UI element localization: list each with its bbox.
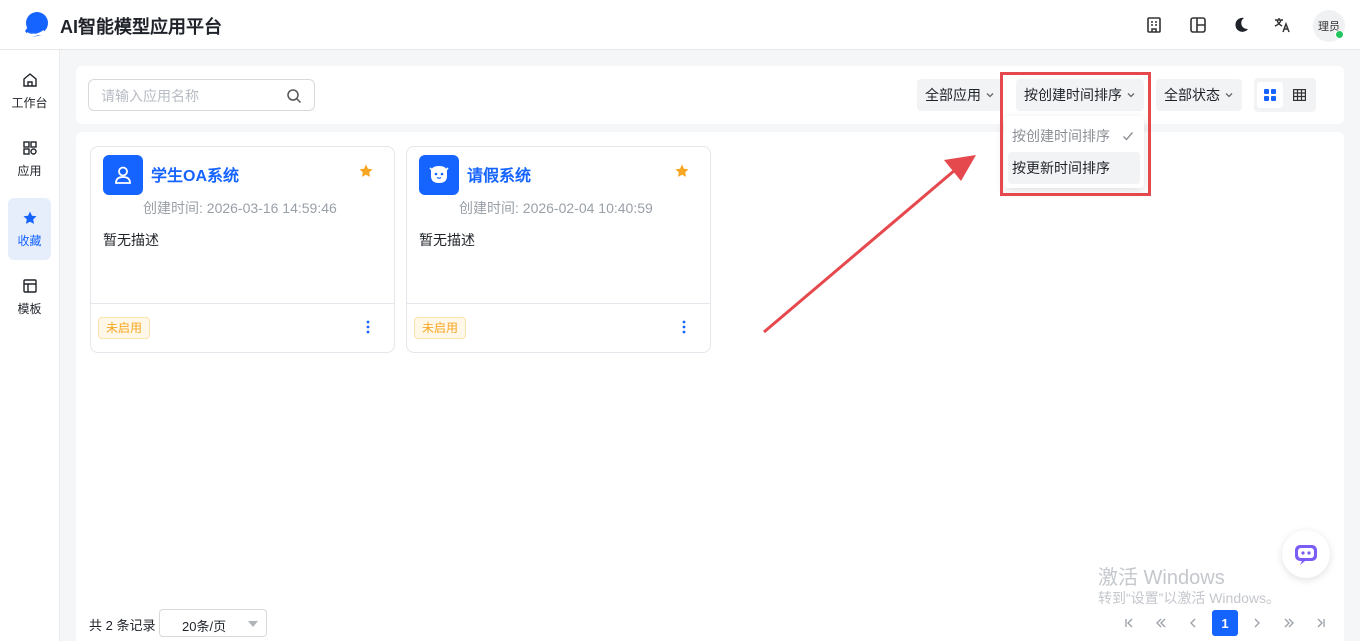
app-icon-box (103, 155, 143, 195)
status-badge: 未启用 (98, 317, 151, 339)
app-name[interactable]: 请假系统 (467, 162, 531, 186)
favorite-star-icon[interactable] (358, 163, 374, 179)
status-filter[interactable]: 全部状态 (1156, 79, 1242, 111)
grid-icon (1264, 89, 1276, 101)
option-label: 按创建时间排序 (1012, 128, 1110, 144)
building-icon[interactable] (1144, 15, 1164, 35)
app-name[interactable]: 学生OA系统 (151, 162, 239, 186)
chevron-down-icon (1127, 93, 1135, 98)
windows-watermark-subtitle: 转到“设置”以激活 Windows。 (1098, 590, 1281, 606)
assistant-bot-button[interactable] (1282, 530, 1330, 578)
app-title: AI智能模型应用平台 (60, 17, 222, 37)
next-page-button[interactable] (1246, 612, 1268, 634)
card-divider (91, 303, 394, 304)
apps-icon (22, 140, 37, 155)
bot-face-icon (429, 166, 449, 183)
more-vertical-icon[interactable] (360, 319, 376, 335)
chevron-down-icon (986, 93, 994, 98)
sidebar: 工作台 应用 收藏 模板 (0, 50, 60, 641)
sidebar-item-favorites[interactable]: 收藏 (8, 198, 51, 260)
sidebar-item-label: 应用 (17, 163, 42, 178)
prev-page-button[interactable] (1182, 612, 1204, 634)
status-badge: 未启用 (414, 317, 467, 339)
app-icon-box (419, 155, 459, 195)
more-vertical-icon[interactable] (676, 319, 692, 335)
sort-dropdown-menu: 按创建时间排序 按更新时间排序 (1004, 116, 1144, 188)
table-icon (1292, 89, 1306, 101)
app-card[interactable]: 请假系统 创建时间: 2026-02-04 10:40:59 暂无描述 未启用 (406, 146, 711, 353)
layout-icon[interactable] (1188, 15, 1208, 35)
first-page-icon (1125, 618, 1133, 628)
filter-label: 全部状态 (1164, 87, 1220, 103)
chevron-right-icon (1254, 618, 1260, 628)
app-card[interactable]: 学生OA系统 创建时间: 2026-03-16 14:59:46 暂无描述 未启… (90, 146, 395, 353)
moon-icon[interactable] (1231, 15, 1251, 35)
total-records: 共 2 条记录 (89, 618, 156, 633)
home-icon (22, 72, 37, 87)
filter-label: 全部应用 (925, 87, 981, 103)
windows-watermark-title: 激活 Windows (1098, 567, 1225, 589)
last-page-button[interactable] (1310, 612, 1332, 634)
translate-icon[interactable] (1272, 15, 1292, 35)
platform-logo-icon (25, 12, 48, 37)
double-chevron-left-icon (1156, 618, 1166, 628)
caret-down-icon (248, 621, 258, 627)
app-created-time: 创建时间: 2026-02-04 10:40:59 (459, 200, 653, 216)
robot-icon (1295, 545, 1317, 565)
view-toggle (1254, 78, 1316, 112)
sort-filter[interactable]: 按创建时间排序 (1016, 79, 1144, 111)
filter-label: 按创建时间排序 (1024, 87, 1122, 103)
sidebar-item-label: 工作台 (11, 95, 48, 110)
card-view-button[interactable] (1257, 82, 1283, 108)
sidebar-item-label: 收藏 (17, 233, 42, 248)
last-page-icon (1317, 618, 1325, 628)
sidebar-item-templates[interactable]: 模板 (8, 266, 51, 328)
app-description: 暂无描述 (419, 232, 475, 248)
search-input[interactable] (101, 86, 281, 106)
sort-option-updated[interactable]: 按更新时间排序 (1008, 152, 1140, 184)
sidebar-item-apps[interactable]: 应用 (8, 128, 51, 190)
app-description: 暂无描述 (103, 232, 159, 248)
sidebar-item-label: 模板 (17, 301, 42, 316)
app-created-time: 创建时间: 2026-03-16 14:59:46 (143, 200, 337, 216)
first-page-button[interactable] (1118, 612, 1140, 634)
favorite-star-icon[interactable] (674, 163, 690, 179)
double-chevron-right-icon (1284, 618, 1294, 628)
table-view-button[interactable] (1286, 82, 1312, 108)
search-box[interactable] (88, 79, 315, 111)
search-icon[interactable] (286, 88, 302, 104)
prev-five-button[interactable] (1150, 612, 1172, 634)
online-status-dot (1335, 30, 1344, 39)
option-label: 按更新时间排序 (1012, 160, 1110, 176)
next-five-button[interactable] (1278, 612, 1300, 634)
chevron-down-icon (1225, 93, 1233, 98)
page-size-select[interactable]: 20条/页 (159, 609, 267, 637)
card-divider (407, 303, 710, 304)
template-icon (22, 278, 37, 293)
star-icon (23, 211, 36, 224)
sidebar-item-workbench[interactable]: 工作台 (8, 60, 51, 122)
sort-option-created[interactable]: 按创建时间排序 (1008, 120, 1140, 152)
app-type-filter[interactable]: 全部应用 (917, 79, 1003, 111)
page-number-button[interactable]: 1 (1212, 610, 1238, 636)
filter-toolbar: 全部应用 按创建时间排序 全部状态 (76, 66, 1344, 124)
page-size-value: 20条/页 (182, 619, 227, 634)
user-icon (115, 166, 131, 184)
check-icon (1123, 132, 1134, 141)
top-header: AI智能模型应用平台 理员 (0, 0, 1360, 50)
chevron-left-icon (1190, 618, 1196, 628)
